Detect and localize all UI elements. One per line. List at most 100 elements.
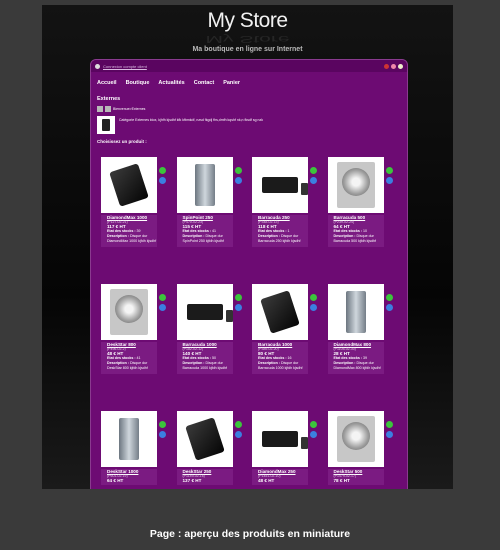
product-info: DeskStar 1000 (P601-02-19) 64 € HT [101,469,157,485]
product-image[interactable] [252,157,308,213]
nav-boutique[interactable]: Boutique [126,80,150,86]
product-image[interactable] [176,284,233,340]
product-price: 64 € HT [107,478,124,483]
product-card[interactable]: Barracuda 500 (P239-02-24) 64 € HT Etat des… [322,157,393,247]
media-box-image [262,431,308,449]
product-description: Description : Disque dur DiamondMax 800 … [334,361,384,371]
product-image[interactable] [176,411,233,467]
store-logo[interactable]: My Store [42,9,453,33]
add-to-cart-icon[interactable] [385,167,393,174]
grid-view-icon[interactable] [97,106,103,112]
product-card[interactable]: DiamondMax 250 (P1451-02-10) 48 € HT [246,411,317,485]
product-image[interactable] [252,284,308,340]
info-icon[interactable] [310,177,317,184]
add-to-cart-icon[interactable] [234,167,242,174]
product-description: Description : Disque dur Barracuda 1000 … [258,361,308,371]
product-info: Barracuda 1000 (P182-02-12) 140 € HT Etat d… [176,342,233,374]
product-card[interactable]: DeskStar 250 (P1149-02-16) 137 € HT [171,411,242,485]
description-label: Description : [107,361,129,366]
info-icon[interactable] [310,304,317,311]
product-image[interactable] [327,284,384,340]
screenshot-caption: Page : aperçu des produits en miniature [149,528,351,540]
stock-value: 10 [362,229,368,233]
product-card[interactable]: DiamondMax 1000 (P127-02-21) 117 € HT Etat … [95,157,166,247]
info-icon[interactable] [234,177,242,184]
info-icon[interactable] [234,304,242,311]
add-to-cart-icon[interactable] [159,167,166,174]
add-to-cart-icon[interactable] [310,167,317,174]
add-to-cart-icon[interactable] [385,294,393,301]
nav-contact[interactable]: Contact [194,80,214,86]
product-info: Barracuda 250 (P348-02-13) 118 € HT Etat de… [252,215,308,247]
info-icon[interactable] [234,431,242,438]
product-card[interactable]: Barracuda 1000 (P389-02-20) 80 € HT Etat de… [246,284,317,374]
add-to-cart-icon[interactable] [310,421,317,428]
login-link[interactable]: Connexion compte client [103,64,147,69]
product-card[interactable]: Barracuda 1000 (P182-02-12) 140 € HT Etat d… [171,284,242,374]
product-description: Description : Disque dur SpinPoint 250 k… [183,234,233,244]
external-hdd-image [184,417,225,461]
description-label: Description : [333,361,356,366]
product-card[interactable]: DiamondMax 800 (P1105-02-30) 28 € HT Etat d… [322,284,393,374]
info-icon[interactable] [310,431,317,438]
top-bar: Connexion compte client [91,60,407,72]
breadcrumb-text[interactable]: Bienvenue>Externes [113,107,145,111]
product-card[interactable]: DeskStar 1000 (P601-02-19) 64 € HT [95,411,166,485]
nav-actualites[interactable]: Actualités [158,80,184,86]
product-card[interactable]: SpinPoint 250 (P470-02-23) 115 € HT Etat de… [171,157,242,247]
stock-value: 41 [211,229,217,233]
info-icon[interactable] [385,431,393,438]
product-description: Description : Disque dur Barracuda 500 k… [334,234,384,244]
product-description: Description : Disque dur Barracuda 1000 … [183,361,233,371]
product-image[interactable] [101,157,157,213]
flag-fr-icon[interactable] [391,63,396,69]
add-to-cart-icon[interactable] [234,421,242,428]
stock-value: 39 [362,356,368,360]
product-info: SpinPoint 250 (P470-02-23) 115 € HT Etat de… [176,215,233,247]
tower-image [194,164,215,206]
product-image[interactable] [327,157,384,213]
store-screenshot: My Store My Store Ma boutique en ligne s… [42,5,453,489]
product-info: Barracuda 500 (P239-02-24) 64 € HT Etat des… [327,215,384,247]
info-icon[interactable] [385,177,393,184]
internal-hdd-image [110,289,148,335]
language-flags [384,63,403,69]
product-image[interactable] [101,284,157,340]
product-info: DiamondMax 250 (P1451-02-10) 48 € HT [252,469,308,485]
info-icon[interactable] [159,431,166,438]
stock-value: 1 [286,229,290,233]
choose-product-label: Choisissez un produit : [97,139,147,144]
external-hdd-image [109,163,149,207]
add-to-cart-icon[interactable] [310,294,317,301]
info-icon[interactable] [385,304,393,311]
product-image[interactable] [252,411,308,467]
product-price: 48 € HT [258,478,275,483]
flag-uk-icon[interactable] [384,63,389,69]
media-box-image [186,304,233,322]
user-icon [95,63,100,69]
list-view-icon[interactable] [105,106,111,112]
info-icon[interactable] [159,177,166,184]
product-image[interactable] [327,411,384,467]
add-to-cart-icon[interactable] [159,294,166,301]
product-card[interactable]: Barracuda 250 (P348-02-13) 118 € HT Etat de… [246,157,317,247]
product-info: DeskStar 250 (P1149-02-16) 137 € HT [176,469,233,485]
nav-accueil[interactable]: Accueil [97,80,117,86]
add-to-cart-icon[interactable] [234,294,242,301]
product-description: Description : Disque dur Barracuda 250 k… [258,234,308,244]
stock-value: 50 [211,356,217,360]
product-image[interactable] [101,411,157,467]
product-card[interactable]: DeskStar 800 (P496-02-2) 48 € HT Etat des s… [95,284,166,374]
tower-image [345,291,366,333]
stock-value: 41 [135,356,141,360]
product-image[interactable] [176,157,233,213]
info-icon[interactable] [159,304,166,311]
add-to-cart-icon[interactable] [385,421,393,428]
product-card[interactable]: DeskStar 500 (P1479-02-17) 78 € HT [322,411,393,485]
nav-panier[interactable]: Panier [223,80,240,86]
page-title: Externes [97,96,121,102]
add-to-cart-icon[interactable] [159,421,166,428]
main-nav: Accueil Boutique Actualités Contact Pani… [91,72,407,86]
store-logo-reflection: My Store [205,33,290,46]
cart-icon[interactable] [398,63,403,69]
